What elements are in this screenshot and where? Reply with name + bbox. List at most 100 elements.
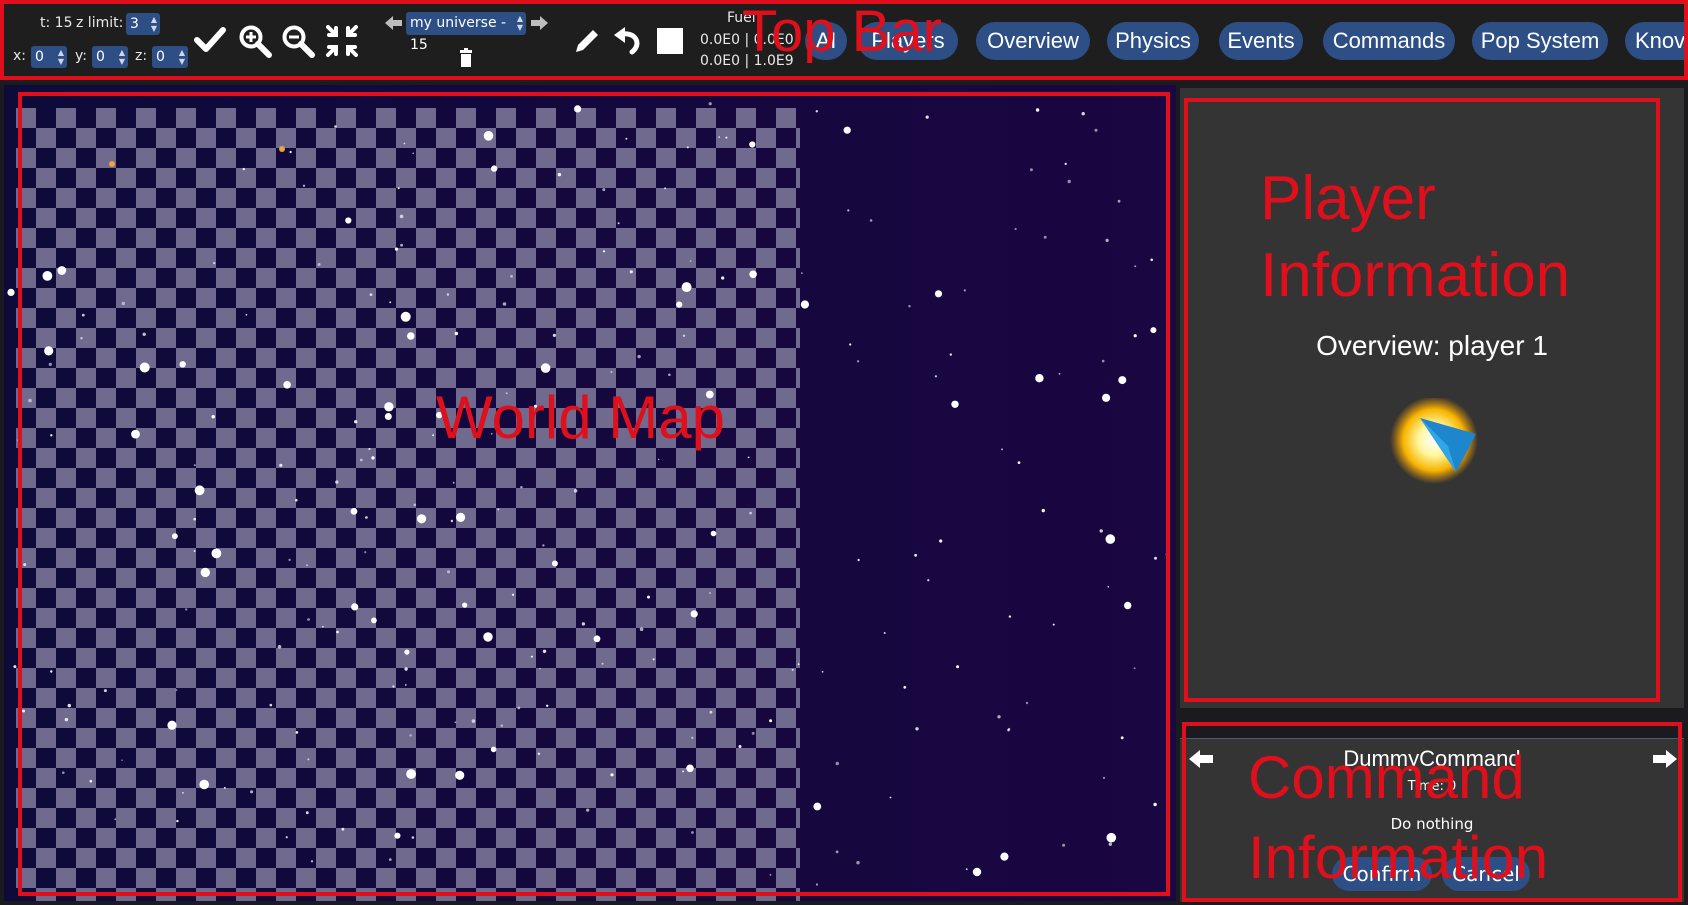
star <box>62 771 65 774</box>
nav-pop-system[interactable]: Pop System <box>1472 22 1608 60</box>
star <box>709 592 711 594</box>
star <box>927 579 930 582</box>
arrow-left-icon[interactable] <box>384 14 404 32</box>
star <box>341 827 345 831</box>
star <box>835 761 839 766</box>
world-map-canvas[interactable] <box>4 85 1176 901</box>
spin-arrows-icon[interactable]: ▲ ▼ <box>517 14 523 32</box>
nav-events[interactable]: Events <box>1219 22 1303 60</box>
universe-select[interactable]: my universe - 15 ▲ ▼ <box>406 12 526 53</box>
star <box>686 764 694 773</box>
star <box>1001 448 1003 451</box>
nav-overview[interactable]: Overview <box>976 22 1090 60</box>
star <box>13 665 17 669</box>
star <box>17 431 21 434</box>
spin-arrows-icon[interactable]: ▲ ▼ <box>58 48 64 66</box>
star <box>48 362 52 366</box>
star <box>289 150 292 154</box>
star <box>1067 179 1071 184</box>
star <box>857 558 860 562</box>
star <box>721 276 725 280</box>
undo-icon[interactable] <box>612 26 646 56</box>
star <box>581 622 586 626</box>
zoom-in-icon[interactable] <box>238 24 272 58</box>
star <box>279 463 283 467</box>
star <box>586 808 590 812</box>
star <box>28 398 32 403</box>
arrow-right-icon[interactable] <box>529 14 549 32</box>
star <box>399 214 404 219</box>
star <box>1014 227 1017 231</box>
star <box>573 489 578 493</box>
star <box>317 263 321 266</box>
star <box>517 706 521 710</box>
star <box>821 670 824 673</box>
star <box>389 301 392 304</box>
spin-arrows-icon[interactable]: ▲ ▼ <box>119 48 125 66</box>
star <box>682 770 685 773</box>
star <box>335 480 339 484</box>
star <box>483 131 494 141</box>
world-map[interactable]: World Map <box>4 85 1176 901</box>
x-spinbox[interactable]: 0 ▲ ▼ <box>31 46 67 68</box>
annotation-world-map: World Map <box>436 384 725 451</box>
star <box>193 550 196 552</box>
star <box>491 165 498 172</box>
check-icon[interactable] <box>194 26 226 54</box>
star <box>302 184 306 187</box>
star <box>800 300 810 309</box>
star <box>539 667 541 670</box>
star <box>400 243 403 247</box>
stop-icon[interactable] <box>657 28 683 54</box>
star <box>791 668 794 671</box>
star <box>601 662 604 665</box>
y-value: 0 <box>96 49 105 65</box>
star <box>749 270 757 279</box>
z-limit-spinbox[interactable]: 3 ▲ ▼ <box>126 13 160 35</box>
star <box>67 703 71 708</box>
star <box>610 773 614 777</box>
star <box>406 769 416 779</box>
nav-commands[interactable]: Commands <box>1323 22 1455 60</box>
spin-arrows-icon[interactable]: ▲ ▼ <box>179 48 185 66</box>
map-grid <box>16 108 800 901</box>
star <box>637 354 641 359</box>
star <box>22 709 25 713</box>
star <box>908 305 911 308</box>
star <box>849 343 852 346</box>
pencil-icon[interactable] <box>572 26 600 56</box>
star <box>483 632 493 642</box>
star <box>172 533 178 540</box>
star <box>1153 802 1157 807</box>
star <box>520 486 523 489</box>
star <box>769 874 772 876</box>
star <box>540 363 551 373</box>
y-spinbox[interactable]: 0 ▲ ▼ <box>92 46 128 68</box>
star <box>365 516 368 519</box>
star <box>1062 843 1066 847</box>
star <box>689 260 692 262</box>
star <box>114 818 117 821</box>
zoom-out-icon[interactable] <box>281 24 315 58</box>
nav-knowledge[interactable]: Knov <box>1625 22 1688 60</box>
z-spinbox[interactable]: 0 ▲ ▼ <box>152 46 188 68</box>
nav-physics[interactable]: Physics <box>1107 22 1199 60</box>
star <box>446 293 450 296</box>
star <box>384 402 394 412</box>
star <box>617 222 620 225</box>
star <box>1017 461 1021 464</box>
star <box>965 868 968 871</box>
spin-arrows-icon[interactable]: ▲ ▼ <box>151 15 157 33</box>
star <box>81 313 85 317</box>
star <box>64 717 69 722</box>
star <box>392 685 395 688</box>
star <box>305 811 309 815</box>
star <box>1052 623 1055 626</box>
fit-screen-icon[interactable] <box>326 25 358 57</box>
star <box>668 373 671 377</box>
star <box>389 858 392 861</box>
trash-icon[interactable] <box>459 48 473 68</box>
star <box>691 736 694 739</box>
star <box>551 560 558 567</box>
star <box>883 632 886 634</box>
